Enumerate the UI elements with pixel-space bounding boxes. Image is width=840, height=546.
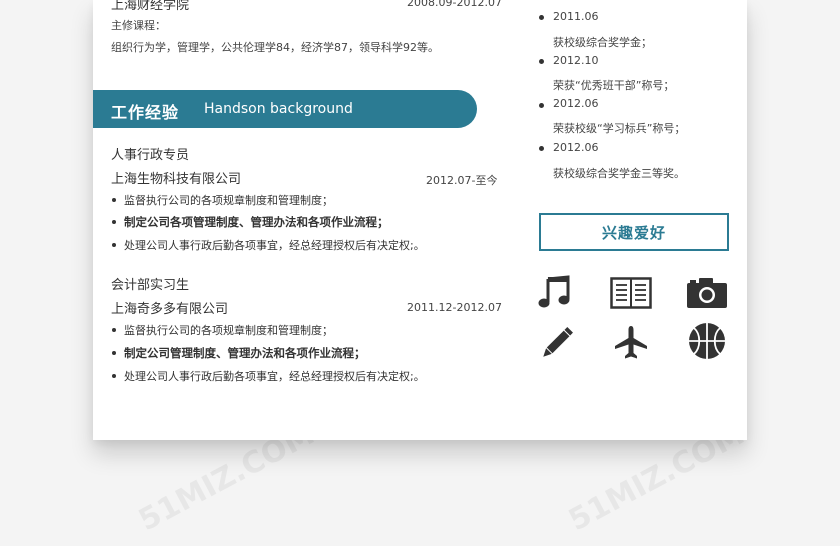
job-date: 2012.07-至今 (426, 174, 498, 187)
bullet-dot (112, 220, 116, 224)
job-title: 会计部实习生 (111, 278, 190, 293)
courses-text: 组织行为学，管理学，公共伦理学84，经济学87，领导科学92等。 (111, 41, 439, 54)
bullet-dot (112, 198, 116, 202)
job-title: 人事行政专员 (111, 148, 190, 163)
work-section-header: 工作经验 Handson background (93, 90, 477, 128)
job-date: 2011.12-2012.07 (407, 301, 502, 314)
award-date: 2011.06 (553, 10, 599, 23)
company-name: 上海奇多多有限公司 (111, 302, 229, 317)
duty-item: 监督执行公司的各项规章制度和管理制度； (124, 194, 333, 207)
duty-item: 制定公司各项管理制度、管理办法和各项作业流程； (124, 215, 389, 229)
award-date: 2012.06 (553, 97, 599, 110)
basketball-icon (689, 323, 725, 359)
pencil-icon (543, 327, 573, 357)
duty-item: 制定公司管理制度、管理办法和各项作业流程； (124, 346, 366, 360)
company-name: 上海生物科技有限公司 (111, 172, 242, 187)
award-text: 荣获校级“学习标兵”称号； (553, 122, 686, 135)
hobbies-title: 兴趣爱好 (601, 223, 666, 242)
bullet-dot (112, 243, 116, 247)
bullet-dot (112, 351, 116, 355)
school-name: 上海财经学院 (111, 0, 190, 13)
courses-label: 主修课程： (111, 19, 166, 32)
section-title-cn: 工作经验 (111, 103, 180, 122)
duty-item: 处理公司人事行政后勤各项事宜，经总经理授权后有决定权;。 (124, 239, 425, 252)
award-text: 获校级综合奖学金； (553, 36, 652, 49)
award-date: 2012.10 (553, 54, 599, 67)
award-date: 2012.06 (553, 141, 599, 154)
hobbies-header: 兴趣爱好 (539, 213, 729, 251)
music-icon (538, 275, 570, 308)
timeline-dot (539, 103, 544, 108)
camera-icon (687, 278, 727, 308)
timeline-dot (539, 146, 544, 151)
award-text: 获校级综合奖学金三等奖。 (553, 167, 685, 180)
duty-item: 处理公司人事行政后勤各项事宜，经总经理授权后有决定权;。 (124, 370, 425, 383)
timeline-dot (539, 59, 544, 64)
section-title-en: Handson background (204, 101, 353, 117)
timeline-dot (539, 15, 544, 20)
bullet-dot (112, 328, 116, 332)
book-icon (610, 277, 652, 309)
airplane-icon (615, 326, 647, 359)
bullet-dot (112, 374, 116, 378)
award-text: 荣获“优秀班干部”称号； (553, 79, 675, 92)
education-date: 2008.09-2012.07 (407, 0, 502, 9)
duty-item: 监督执行公司的各项规章制度和管理制度； (124, 324, 333, 337)
